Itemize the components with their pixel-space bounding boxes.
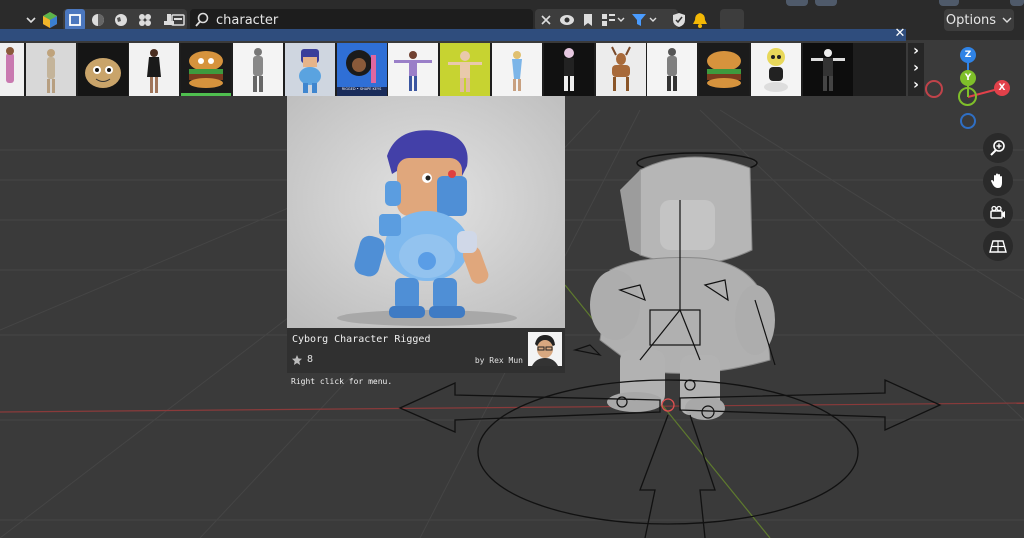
- options-label: Options: [945, 12, 997, 28]
- asset-thumbnail[interactable]: [595, 43, 646, 96]
- asset-thumbnail[interactable]: RIGGED • SHAPE KEYS: [336, 43, 387, 96]
- asset-thumbnail[interactable]: [491, 43, 542, 96]
- asset-library-icon[interactable]: [40, 9, 60, 31]
- asset-thumbnail[interactable]: [699, 43, 750, 96]
- asset-thumbnail[interactable]: [802, 43, 853, 96]
- asset-thumbnail[interactable]: [284, 43, 335, 96]
- chevron-down-icon[interactable]: [24, 9, 38, 31]
- object-filter-icon[interactable]: [65, 9, 85, 31]
- chevron-down-icon: [1002, 17, 1012, 23]
- display-mode-icon[interactable]: [599, 9, 627, 31]
- tooltip-footer: Cyborg Character Rigged 8 by Rex Mun: [287, 328, 565, 373]
- asset-thumbnail[interactable]: [543, 43, 594, 96]
- likes-value: 8: [307, 354, 314, 365]
- asset-thumbnail-selected[interactable]: [181, 43, 232, 96]
- y-axis-button[interactable]: Y: [960, 70, 976, 86]
- asset-preview-tooltip: Cyborg Character Rigged 8 by Rex Mun: [287, 96, 565, 373]
- header-indicator: [939, 0, 959, 6]
- world-filter-icon[interactable]: [111, 9, 131, 31]
- close-icon[interactable]: ✕: [893, 26, 907, 41]
- negative-z-axis-button[interactable]: [960, 113, 976, 129]
- bell-icon[interactable]: [690, 9, 710, 31]
- asset-panel-titlebar: [0, 29, 906, 41]
- search-input[interactable]: character: [190, 9, 533, 31]
- eye-icon[interactable]: [557, 9, 577, 31]
- header-indicator: [1010, 0, 1024, 6]
- header-spacer-button[interactable]: [720, 9, 744, 31]
- asset-thumbnail-strip: RIGGED • SHAPE KEYS: [0, 43, 906, 96]
- search-value: character: [216, 12, 279, 28]
- x-axis-button[interactable]: X: [994, 80, 1010, 96]
- pose-filter-icon[interactable]: [168, 9, 188, 31]
- filter-funnel-icon[interactable]: [630, 9, 660, 31]
- thumbnail-badge: RIGGED • SHAPE KEYS: [341, 87, 382, 91]
- camera-view-icon[interactable]: [983, 198, 1013, 228]
- negative-x-axis-button[interactable]: [925, 80, 943, 98]
- options-dropdown[interactable]: Options: [944, 9, 1014, 31]
- pan-hand-icon[interactable]: [983, 166, 1013, 196]
- z-axis-button[interactable]: Z: [960, 47, 976, 63]
- shield-check-icon[interactable]: [670, 9, 688, 31]
- view-controls-group: [535, 9, 678, 31]
- likes-count: 8: [292, 354, 313, 365]
- node-group-filter-icon[interactable]: [135, 9, 155, 31]
- author-avatar: [528, 332, 562, 366]
- bookmark-icon[interactable]: [580, 9, 596, 31]
- zoom-icon[interactable]: [983, 133, 1013, 163]
- asset-thumbnail[interactable]: [129, 43, 180, 96]
- asset-thumbnail[interactable]: [232, 43, 283, 96]
- asset-thumbnail[interactable]: [388, 43, 439, 96]
- negative-y-axis-button[interactable]: [958, 87, 977, 106]
- tooltip-hint: Right click for menu.: [291, 377, 393, 386]
- material-filter-icon[interactable]: [88, 9, 108, 31]
- header-indicator: [786, 0, 808, 6]
- asset-thumbnail[interactable]: [0, 43, 24, 96]
- clear-search-icon[interactable]: [537, 9, 555, 31]
- asset-preview-image: [287, 96, 565, 328]
- asset-thumbnail[interactable]: [77, 43, 128, 96]
- asset-thumbnail[interactable]: [25, 43, 76, 96]
- asset-author: by Rex Mun: [474, 356, 523, 365]
- star-icon: [292, 354, 302, 365]
- search-icon: [195, 12, 209, 27]
- asset-thumbnail[interactable]: [440, 43, 491, 96]
- asset-thumbnail[interactable]: [750, 43, 801, 96]
- perspective-grid-icon[interactable]: [983, 231, 1013, 261]
- asset-title: Cyborg Character Rigged: [292, 334, 431, 345]
- asset-thumbnail[interactable]: [647, 43, 698, 96]
- header-indicator: [815, 0, 837, 6]
